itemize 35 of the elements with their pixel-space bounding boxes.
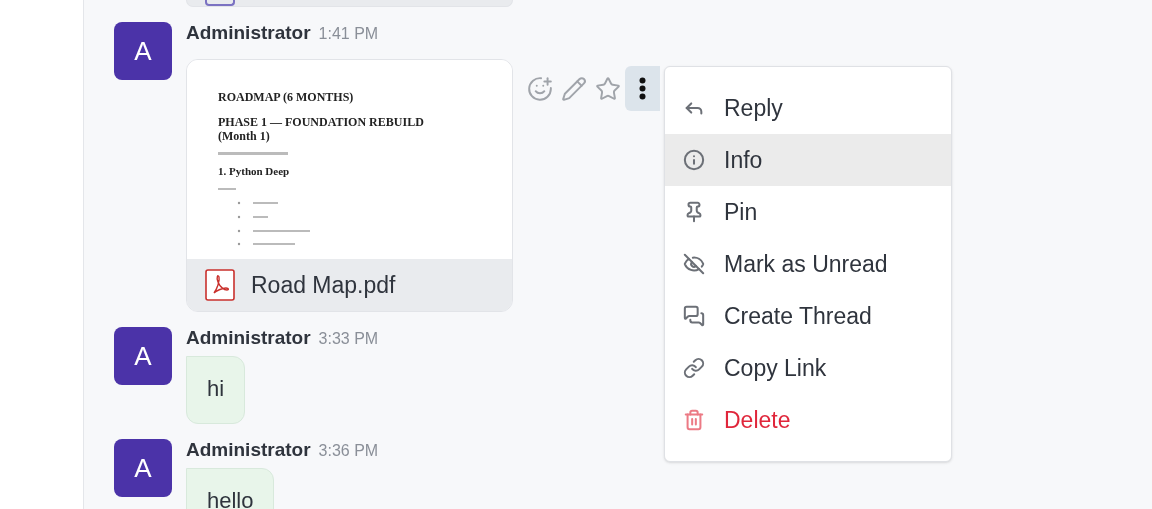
menu-item[interactable]: Mark as Unread [665, 238, 951, 290]
message-time: 1:41 PM [318, 24, 379, 44]
document-title: ROADMAP (6 MONTHS) [218, 90, 355, 104]
menu-item[interactable]: Pin [665, 186, 951, 238]
author-name[interactable]: Administrator [186, 22, 311, 44]
speech-bubbles-icon [683, 305, 705, 327]
user-avatar[interactable]: A [114, 439, 172, 497]
star-icon [595, 75, 621, 102]
menu-item[interactable]: Copy Link [665, 342, 951, 394]
menu-item[interactable]: Delete [665, 394, 951, 446]
file-attachment-card[interactable]: ROADMAP (6 MONTHS) PHASE 1 — FOUNDATION REBUILD (Month 1) 1. Python Deep Road Map.pdf [186, 59, 513, 312]
message-time: 3:36 PM [318, 441, 379, 461]
file-icon [205, 0, 235, 6]
trash-icon [683, 409, 705, 431]
add-emoji-icon [527, 75, 553, 102]
pdf-file-icon [205, 269, 235, 301]
eye-slash-icon [683, 253, 705, 275]
message-bubble: hi [186, 356, 246, 424]
link-icon [683, 357, 705, 379]
menu-item[interactable]: Info [665, 134, 951, 186]
more-options-button[interactable] [625, 66, 660, 111]
blurred-text-line-icon [218, 152, 288, 156]
menu-item[interactable]: Create Thread [665, 290, 951, 342]
message-bubble: hello [186, 468, 275, 509]
author-name[interactable]: Administrator [186, 439, 311, 461]
message-time: 3:33 PM [318, 329, 379, 349]
info-icon [683, 149, 705, 171]
author-name[interactable]: Administrator [186, 327, 311, 349]
document-heading: PHASE 1 — FOUNDATION REBUILD (Month 1) [218, 115, 425, 143]
pencil-icon [561, 75, 587, 102]
document-section: 1. Python Deep [218, 165, 512, 178]
kebab-menu-icon [639, 77, 646, 100]
user-avatar[interactable]: A [114, 327, 172, 385]
menu-item[interactable]: Reply [665, 82, 951, 134]
user-avatar[interactable]: A [114, 22, 172, 80]
